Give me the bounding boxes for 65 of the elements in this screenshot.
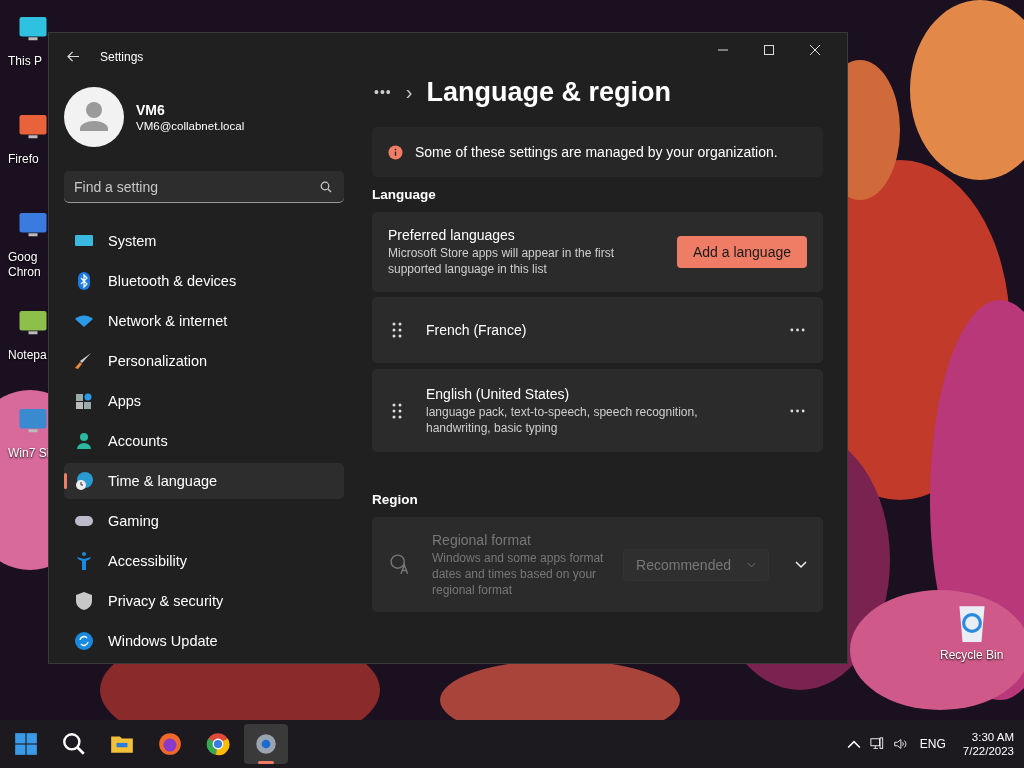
card-title: Regional format [432, 531, 532, 548]
accessibility-icon [74, 551, 94, 571]
search-field[interactable]: Find a setting [64, 171, 344, 203]
nav-item[interactable]: Accessibility [64, 543, 344, 579]
speaker-icon[interactable] [892, 737, 907, 751]
nav-item[interactable]: Gaming [64, 503, 344, 539]
breadcrumb-overflow[interactable]: ••• [374, 84, 392, 100]
desktop-icon-label[interactable]: Recycle Bin [940, 648, 1004, 663]
more-options-icon[interactable] [790, 328, 805, 332]
back-arrow-icon[interactable] [67, 51, 80, 62]
card-description: Microsoft Store apps will appear in the first supported language in this list [388, 245, 616, 277]
language-card[interactable]: English (United States) language pack, text-to-speech, speech recognition, handwriting, basic typing [372, 369, 823, 452]
desktop-icon-label[interactable]: Notepa [8, 348, 47, 363]
card-title: Preferred languages [388, 227, 516, 243]
input-language-indicator[interactable]: ENG [919, 737, 946, 751]
maximize-icon[interactable] [763, 44, 775, 56]
nav-item[interactable]: Bluetooth & devices [64, 263, 344, 299]
browser-icon[interactable] [157, 731, 183, 757]
nav-item[interactable]: Accounts [64, 423, 344, 459]
apps-icon [74, 391, 94, 411]
desktop-icon-label[interactable]: Win7 Si [8, 446, 50, 461]
language-features: language pack, text-to-speech, speech recognition, handwriting, basic typing [426, 403, 699, 436]
avatar-icon [64, 87, 124, 147]
chrome-icon[interactable] [205, 731, 231, 757]
chevron-down-icon [747, 561, 756, 568]
breadcrumb-separator: › [405, 80, 413, 104]
section-heading: Region [372, 492, 419, 507]
section-heading: Language [372, 187, 437, 202]
user-email: VM6@collabnet.local [136, 120, 245, 132]
clock-date[interactable]: 7/22/2023 [962, 745, 1014, 757]
person-icon [74, 431, 94, 451]
language-name: English (United States) [426, 385, 571, 402]
window-title: Settings [100, 49, 144, 64]
search-icon[interactable] [320, 181, 332, 193]
nav-item[interactable]: Windows Update [64, 623, 344, 659]
start-icon[interactable] [13, 731, 39, 757]
close-icon[interactable] [809, 44, 821, 56]
desktop-icon-label[interactable]: This P [8, 54, 42, 69]
notice-text: Some of these settings are managed by your organization. [415, 144, 778, 160]
nav-item[interactable]: System [64, 223, 344, 259]
brush-icon [74, 351, 94, 371]
drag-handle-icon[interactable] [392, 322, 402, 338]
desktop-icon-label[interactable]: Goog [8, 250, 38, 265]
network-icon[interactable] [869, 737, 884, 751]
shield-icon [74, 591, 94, 611]
sync-icon [74, 631, 94, 651]
desktop-icon-label[interactable]: Firefo [8, 152, 39, 167]
clock-time[interactable]: 3:30 AM [971, 731, 1014, 743]
nav-item[interactable]: Network & internet [64, 303, 344, 339]
card-description: Windows and some apps format dates and times based on your regional format [432, 549, 605, 598]
user-name: VM6 [136, 102, 166, 118]
desktop-icon-label[interactable]: Chron [8, 265, 41, 280]
globe-clock-icon [74, 471, 94, 491]
nav-item[interactable]: Personalization [64, 343, 344, 379]
page-title: Language & region [426, 76, 671, 108]
language-name: French (France) [426, 322, 528, 338]
nav-item[interactable]: Apps [64, 383, 344, 419]
nav-item[interactable]: Time & language [64, 463, 344, 499]
nav-item[interactable]: Privacy & security [64, 583, 344, 619]
search-icon[interactable] [61, 731, 87, 757]
add-language-button[interactable]: Add a language [676, 236, 807, 268]
info-icon [388, 144, 403, 160]
more-options-icon[interactable] [790, 408, 805, 413]
drag-handle-icon[interactable] [392, 402, 402, 419]
language-card[interactable]: French (France) [372, 297, 823, 363]
